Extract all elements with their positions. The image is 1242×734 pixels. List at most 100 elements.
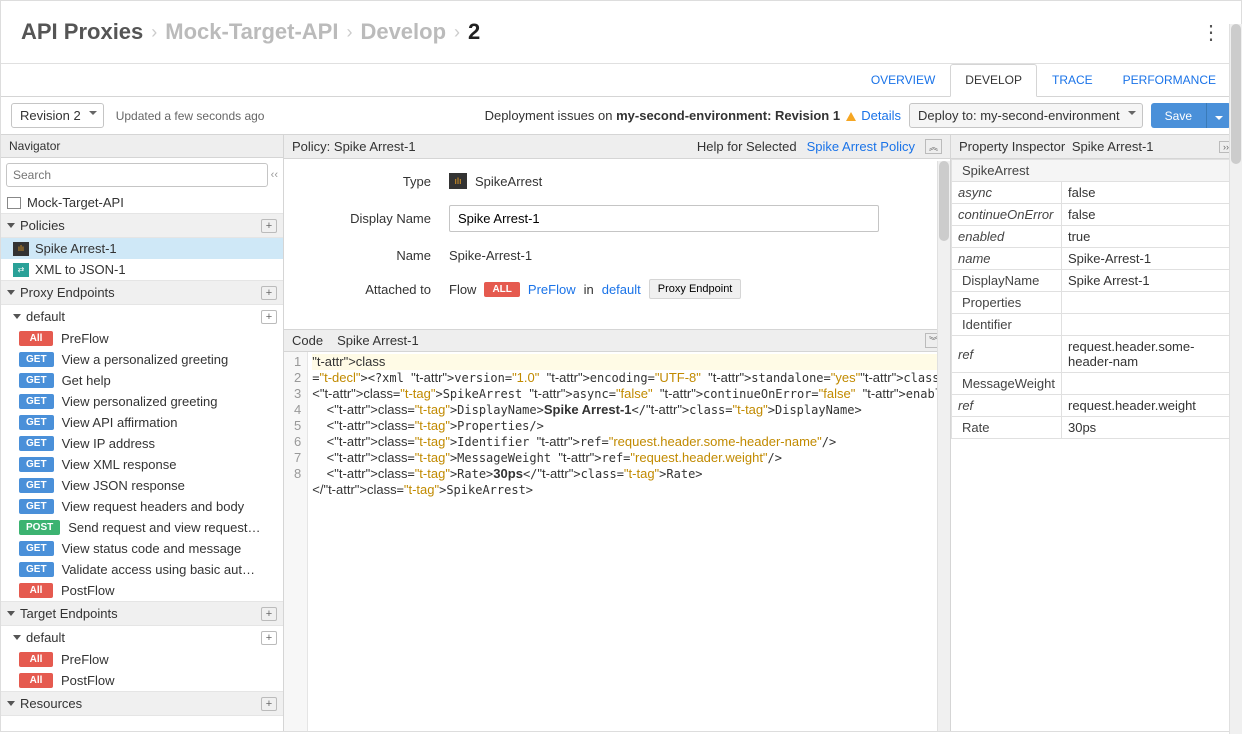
property-row[interactable]: DisplayNameSpike Arrest-1 [952,270,1241,292]
flow-item[interactable]: GETGet help [1,370,283,391]
flow-item[interactable]: GET View status code and message [1,538,283,559]
flow-label: Send request and view request… [68,520,260,535]
flow-item[interactable]: All PostFlow [1,580,283,601]
target-endpoint-default[interactable]: default+ [1,626,283,649]
policy-item[interactable]: ılıSpike Arrest-1 [1,238,283,259]
flow-label: View JSON response [62,478,185,493]
flow-item[interactable]: GETView a personalized greeting [1,349,283,370]
collapse-nav-icon[interactable]: ‹‹ [271,169,278,181]
chevron-right-icon: › [454,22,460,43]
property-row[interactable]: asyncfalse [952,182,1241,204]
deploy-select[interactable]: Deploy to: my-second-environment [909,103,1143,128]
proxy-endpoint-default[interactable]: default+ [1,305,283,328]
policy-header: Policy: Spike Arrest-1 [292,139,416,154]
breadcrumb-root[interactable]: API Proxies [21,19,143,45]
scrollbar-thumb[interactable] [939,161,949,241]
property-row[interactable]: continueOnErrorfalse [952,204,1241,226]
breadcrumb-section[interactable]: Develop [360,19,446,45]
section-target-endpoints[interactable]: Target Endpoints+ [1,601,283,626]
default-link[interactable]: default [602,282,641,297]
help-link[interactable]: Spike Arrest Policy [807,139,915,154]
type-value: SpikeArrest [475,174,542,189]
proxy-icon [7,197,21,209]
flow-label: PreFlow [61,331,109,346]
flow-item[interactable]: AllPostFlow [1,670,283,691]
section-proxy-endpoints[interactable]: Proxy Endpoints+ [1,280,283,305]
help-label: Help for Selected [697,139,797,154]
revision-select[interactable]: Revision 2 [11,103,104,128]
add-flow-button[interactable]: + [261,310,277,324]
add-resource-button[interactable]: + [261,697,277,711]
tab-overview[interactable]: OVERVIEW [856,64,950,96]
chevron-down-icon [1215,116,1223,120]
display-name-input[interactable] [449,205,879,232]
method-badge: GET [19,457,54,472]
spike-arrest-icon: ılı [13,242,29,256]
updated-text: Updated a few seconds ago [116,109,265,123]
attached-to-label: Attached to [304,282,449,297]
flow-item[interactable]: GETView IP address [1,433,283,454]
code-editor[interactable]: 12345678 "t-attr">class="t-decl"><?xml "… [284,352,950,731]
flow-item[interactable]: GETView request headers and body [1,496,283,517]
chevron-down-icon [13,314,21,319]
flow-item[interactable]: GETView JSON response [1,475,283,496]
policy-item[interactable]: ⇄XML to JSON-1 [1,259,283,280]
breadcrumb: API Proxies › Mock-Target-API › Develop … [1,1,1241,64]
chevron-down-icon [7,611,15,616]
property-row[interactable]: nameSpike-Arrest-1 [952,248,1241,270]
tab-trace[interactable]: TRACE [1037,64,1108,96]
chevron-down-icon [1128,111,1136,115]
property-row[interactable]: MessageWeight [952,373,1241,395]
method-badge: GET [19,541,54,556]
tab-develop[interactable]: DEVELOP [950,64,1037,97]
search-input[interactable] [6,163,268,187]
flow-label: View status code and message [62,541,242,556]
chevron-down-icon [13,635,21,640]
add-flow-button[interactable]: + [261,631,277,645]
flow-item[interactable]: AllPreFlow [1,328,283,349]
add-proxy-endpoint-button[interactable]: + [261,286,277,300]
vertical-scrollbar[interactable] [1229,135,1241,731]
preflow-link[interactable]: PreFlow [528,282,576,297]
property-row[interactable]: refrequest.header.some-header-nam [952,336,1241,373]
details-link[interactable]: Details [861,108,901,123]
section-policies[interactable]: Policies+ [1,213,283,238]
method-badge: All [19,583,53,598]
flow-item[interactable]: GETValidate access using basic aut… [1,559,283,580]
scrollbar-thumb[interactable] [1231,135,1241,164]
tab-performance[interactable]: PERFORMANCE [1108,64,1231,96]
in-text: in [584,282,594,297]
flow-label: PostFlow [61,583,114,598]
navigator-panel: Navigator ‹‹ Mock-Target-API Policies+ ı… [1,135,284,731]
method-badge: GET [19,352,54,367]
flow-label: Get help [62,373,111,388]
add-target-endpoint-button[interactable]: + [261,607,277,621]
property-row[interactable]: Properties [952,292,1241,314]
breadcrumb-revision: 2 [468,19,480,45]
property-row[interactable]: Identifier [952,314,1241,336]
inspector-root: SpikeArrest [952,160,1241,182]
collapse-panel-icon[interactable]: ︽ [925,139,942,154]
add-policy-button[interactable]: + [261,219,277,233]
flow-item[interactable]: AllPreFlow [1,649,283,670]
proxy-endpoint-button[interactable]: Proxy Endpoint [649,279,742,299]
main-tabs: OVERVIEW DEVELOP TRACE PERFORMANCE [1,64,1241,97]
flow-label: PreFlow [61,652,109,667]
flow-item[interactable]: GETView XML response [1,454,283,475]
inspector-subtitle: Spike Arrest-1 [1072,139,1154,154]
save-dropdown[interactable] [1206,103,1231,128]
breadcrumb-proxy[interactable]: Mock-Target-API [165,19,338,45]
property-inspector: Property Inspector Spike Arrest-1 ›› Spi… [951,135,1241,731]
property-row[interactable]: refrequest.header.weight [952,395,1241,417]
flow-item[interactable]: GETView API affirmation [1,412,283,433]
method-badge: GET [19,436,54,451]
save-button[interactable]: Save [1151,103,1206,128]
kebab-menu-icon[interactable]: ⋮ [1201,20,1221,45]
tree-root[interactable]: Mock-Target-API [1,192,283,213]
vertical-scrollbar[interactable] [937,161,950,731]
flow-item[interactable]: GETView personalized greeting [1,391,283,412]
property-row[interactable]: Rate30ps [952,417,1241,439]
property-row[interactable]: enabledtrue [952,226,1241,248]
flow-item[interactable]: POSTSend request and view request… [1,517,283,538]
section-resources[interactable]: Resources+ [1,691,283,716]
